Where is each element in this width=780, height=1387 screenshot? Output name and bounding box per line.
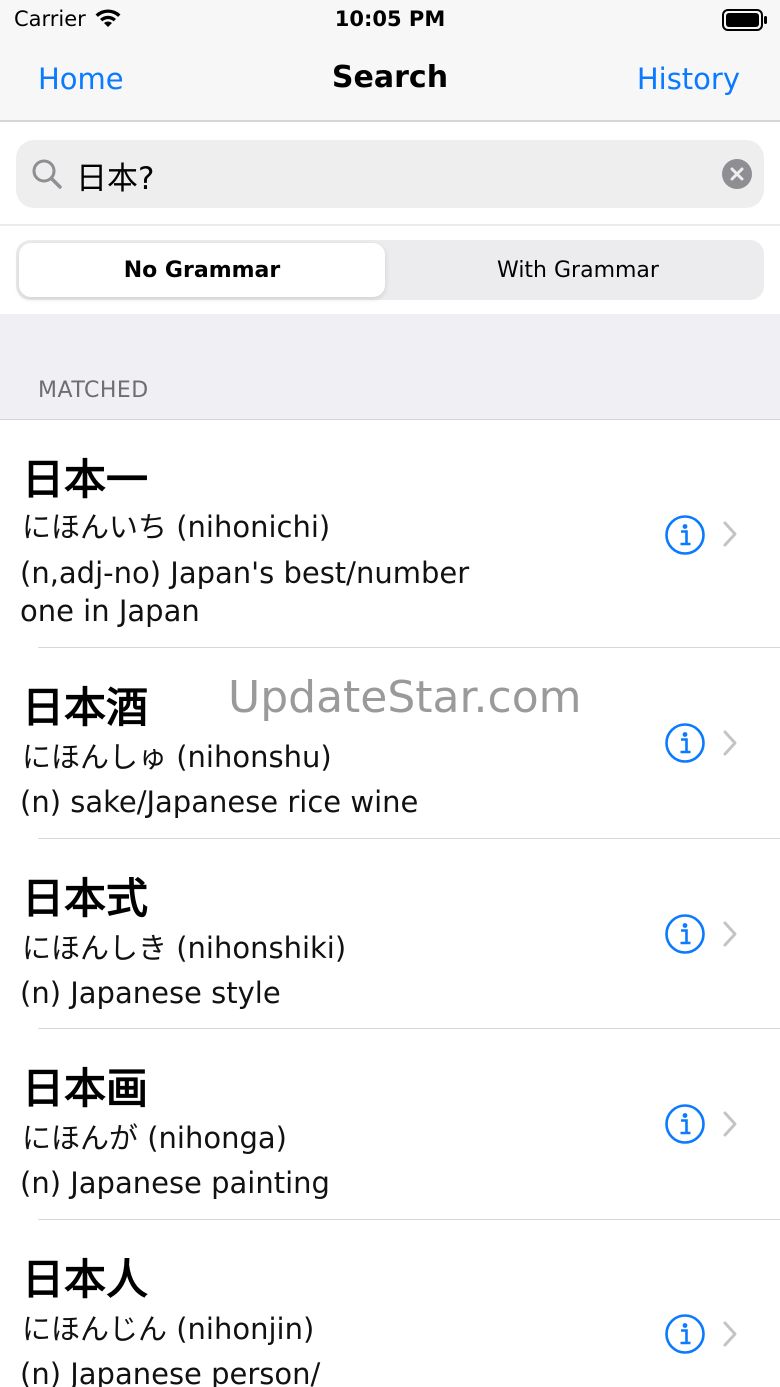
chevron-right-icon <box>723 1111 737 1137</box>
search-query-text: 日本? <box>76 161 155 197</box>
results-list: 日本一 にほんいち (nihonichi) (n,adj-no) Japan's… <box>0 420 780 1387</box>
status-bar: Carrier 10:05 PM <box>0 0 780 40</box>
search-input[interactable]: 日本? <box>16 140 764 208</box>
result-row[interactable]: 日本人 にほんじん (nihonjin) (n) Japanese person… <box>0 1219 780 1387</box>
result-definition: (n,adj-no) Japan's best/number one in Ja… <box>20 556 470 628</box>
result-reading: にほんしき (nihonshiki) <box>22 930 347 965</box>
info-icon[interactable] <box>664 722 706 764</box>
search-bar: 日本? <box>0 122 780 226</box>
screen: Carrier 10:05 PM Home Search History 日本? <box>0 0 780 1387</box>
section-header: MATCHED <box>0 314 780 420</box>
result-definition: (n) Japanese person/ <box>20 1356 321 1387</box>
result-row[interactable]: 日本式 にほんしき (nihonshiki) (n) Japanese styl… <box>0 838 780 1029</box>
info-icon[interactable] <box>664 913 706 955</box>
segmented-control: No Grammar With Grammar <box>16 240 764 300</box>
info-icon[interactable] <box>664 1103 706 1145</box>
chevron-right-icon <box>723 730 737 756</box>
status-time: 10:05 PM <box>334 7 446 31</box>
grammar-filter: No Grammar With Grammar <box>0 228 780 314</box>
battery-icon <box>722 9 767 31</box>
result-word: 日本酒 <box>22 683 149 732</box>
result-row[interactable]: 日本画 にほんが (nihonga) (n) Japanese painting <box>0 1029 780 1220</box>
result-definition: (n) Japanese style <box>20 975 281 1010</box>
result-reading: にほんが (nihonga) <box>22 1121 287 1155</box>
chevron-right-icon <box>723 1321 737 1346</box>
segment-with-grammar[interactable]: With Grammar <box>395 243 761 297</box>
result-row[interactable]: 日本一 にほんいち (nihonichi) (n,adj-no) Japan's… <box>0 420 780 648</box>
info-icon[interactable] <box>664 1313 706 1355</box>
result-word: 日本人 <box>22 1254 149 1304</box>
result-row[interactable]: 日本酒 にほんしゅ (nihonshu) (n) sake/Japanese r… <box>0 648 780 839</box>
navigation-bar: Home Search History <box>0 40 780 122</box>
result-definition: (n) Japanese painting <box>20 1166 330 1200</box>
history-button[interactable]: History <box>637 62 740 96</box>
chevron-right-icon <box>723 921 737 946</box>
result-reading: にほんじん (nihonjin) <box>22 1311 315 1346</box>
segment-no-grammar[interactable]: No Grammar <box>19 243 385 297</box>
info-icon[interactable] <box>664 514 706 556</box>
result-word: 日本一 <box>22 455 149 504</box>
section-title: MATCHED <box>38 378 149 403</box>
search-icon <box>32 159 62 189</box>
result-word: 日本画 <box>22 1064 149 1113</box>
result-word: 日本式 <box>22 873 149 923</box>
result-reading: にほんしゅ (nihonshu) <box>22 740 332 774</box>
clear-search-icon[interactable] <box>722 159 752 189</box>
chevron-right-icon <box>723 521 737 547</box>
result-definition: (n) sake/Japanese rice wine <box>20 785 419 819</box>
result-reading: にほんいち (nihonichi) <box>22 510 331 544</box>
